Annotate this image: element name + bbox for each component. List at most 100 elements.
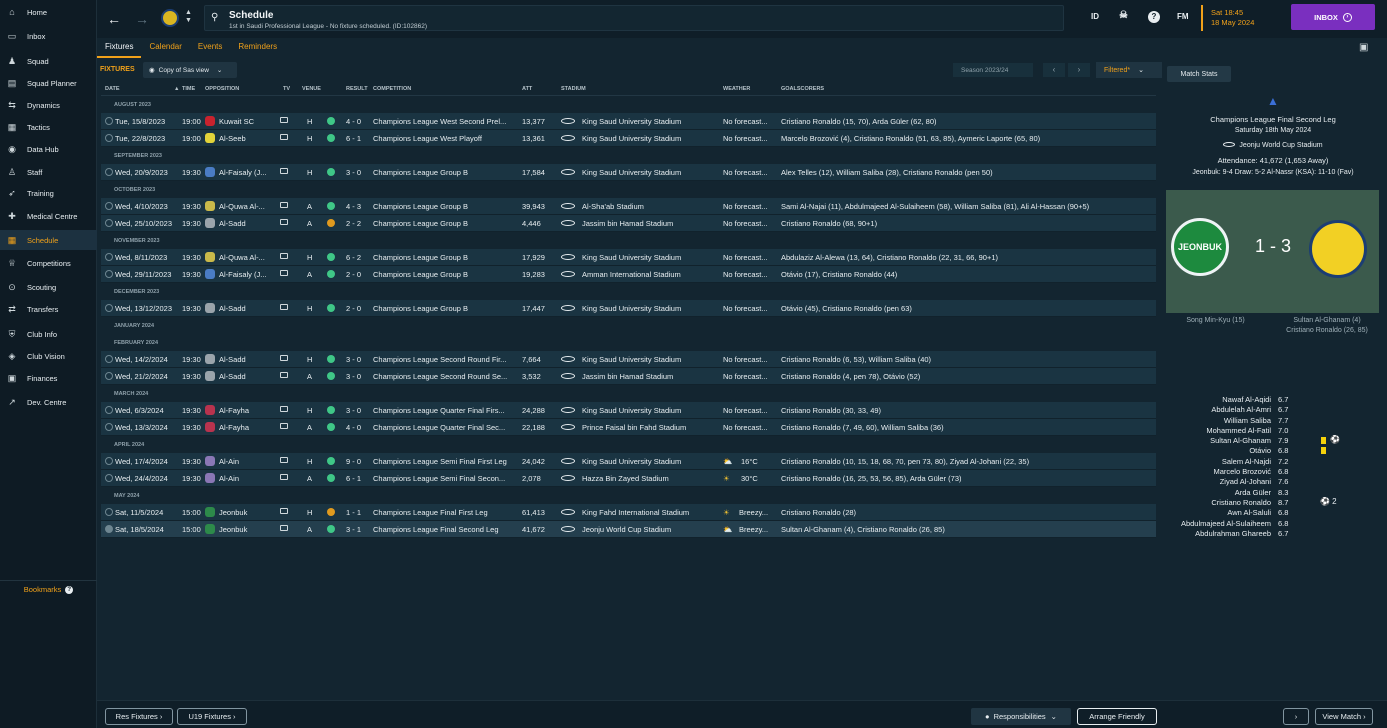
tab-fixtures[interactable]: Fixtures (97, 38, 142, 58)
select-circle-icon[interactable] (105, 304, 113, 312)
arrange-friendly-button[interactable]: Arrange Friendly (1077, 708, 1157, 725)
fixture-competition[interactable]: Champions League Semi Final Secon... (373, 474, 519, 483)
select-circle-icon[interactable] (105, 270, 113, 278)
sidebar-item-medical-centre[interactable]: ✚ Medical Centre (0, 206, 97, 226)
prev-season-button[interactable]: ‹ (1043, 63, 1065, 77)
fixture-opposition[interactable]: Al-Faisaly (J... (219, 168, 275, 177)
fixture-row[interactable]: Wed, 20/9/2023 19:30 Al-Faisaly (J... H 3 - … (101, 164, 1156, 181)
help-icon[interactable]: ? (1148, 11, 1160, 23)
player-rating-row[interactable]: Abdulrahman Ghareeb 6.7 (1163, 529, 1383, 539)
club-logo[interactable] (161, 9, 179, 27)
forward-arrow-icon[interactable]: → (135, 11, 149, 27)
fixture-row[interactable]: Wed, 21/2/2024 19:30 Al-Sadd A 3 - 0 Champion… (101, 368, 1156, 385)
view-match-button[interactable]: View Match › (1315, 708, 1373, 725)
select-circle-icon[interactable] (105, 474, 113, 482)
sidebar-item-training[interactable]: ➶ Training (0, 183, 97, 203)
sidebar-item-schedule[interactable]: ▦ Schedule (0, 230, 97, 250)
fixture-opposition[interactable]: Al-Faisaly (J... (219, 270, 275, 279)
player-rating-row[interactable]: Otávio 6.8 (1163, 446, 1383, 456)
sidebar-item-staff[interactable]: ♙ Staff (0, 162, 97, 182)
col-goalscorers[interactable]: GOALSCORERS (781, 86, 824, 92)
next-season-button[interactable]: › (1068, 63, 1090, 77)
fixture-opposition[interactable]: Al-Ain (219, 457, 275, 466)
sidebar-item-home[interactable]: ⌂ Home (0, 2, 97, 22)
col-opposition[interactable]: OPPOSITION (205, 86, 239, 92)
select-circle-icon[interactable] (105, 134, 113, 142)
next-match-button[interactable]: › (1283, 708, 1309, 725)
fixture-opposition[interactable]: Al-Ain (219, 474, 275, 483)
tab-reminders[interactable]: Reminders (230, 38, 285, 58)
fixture-competition[interactable]: Champions League Second Round Fir... (373, 355, 519, 364)
sidebar-item-dynamics[interactable]: ⇆ Dynamics (0, 95, 97, 115)
player-rating-row[interactable]: Marcelo Brozović 6.8 (1163, 467, 1383, 477)
player-rating-row[interactable]: Arda Güler 8.3 (1163, 488, 1383, 498)
fixture-competition[interactable]: Champions League Group B (373, 253, 519, 262)
player-rating-row[interactable]: Mohammed Al-Fatil 7.0 (1163, 426, 1383, 436)
col-time[interactable]: TIME (182, 86, 195, 92)
res-fixtures-button[interactable]: Res Fixtures › (105, 708, 173, 725)
fixture-opposition[interactable]: Jeonbuk (219, 508, 275, 517)
fixture-competition[interactable]: Champions League Group B (373, 168, 519, 177)
player-rating-row[interactable]: William Saliba 7.7 (1163, 416, 1383, 426)
select-circle-icon[interactable] (105, 202, 113, 210)
select-circle-icon[interactable] (105, 219, 113, 227)
select-circle-icon[interactable] (105, 525, 113, 533)
fixture-competition[interactable]: Champions League Quarter Final Sec... (373, 423, 519, 432)
fixture-competition[interactable]: Champions League Group B (373, 202, 519, 211)
player-rating-row[interactable]: Cristiano Ronaldo 8.7 ⚽ 2 (1163, 497, 1383, 508)
fixture-competition[interactable]: Champions League Group B (373, 304, 519, 313)
back-arrow-icon[interactable]: ← (107, 11, 121, 27)
sidebar-item-data-hub[interactable]: ◉ Data Hub (0, 139, 97, 159)
fixture-row[interactable]: Tue, 15/8/2023 19:00 Kuwait SC H 4 - 0 Champi… (101, 113, 1156, 130)
select-circle-icon[interactable] (105, 457, 113, 465)
fixture-row[interactable]: Sat, 11/5/2024 15:00 Jeonbuk H 1 - 1 Champion… (101, 504, 1156, 521)
select-circle-icon[interactable] (105, 508, 113, 516)
fixture-row[interactable]: Wed, 17/4/2024 19:30 Al-Ain H 9 - 0 Champions… (101, 453, 1156, 470)
col-competition[interactable]: COMPETITION (373, 86, 411, 92)
player-rating-row[interactable]: Sultan Al-Ghanam 7.9 ⚽ (1163, 435, 1383, 446)
col-result[interactable]: RESULT (346, 86, 368, 92)
fixture-row[interactable]: Wed, 13/12/2023 19:30 Al-Sadd H 2 - 0 Champio… (101, 300, 1156, 317)
fixture-opposition[interactable]: Al-Quwa Al-... (219, 253, 275, 262)
sidebar-item-inbox[interactable]: ▭ Inbox (0, 26, 97, 46)
col-venue[interactable]: VENUE (302, 86, 321, 92)
skull-icon[interactable]: ☠ (1119, 10, 1128, 21)
fixture-row[interactable]: Wed, 14/2/2024 19:30 Al-Sadd H 3 - 0 Champion… (101, 351, 1156, 368)
bookmarks-button[interactable]: Bookmarks? (0, 580, 97, 598)
select-circle-icon[interactable] (105, 253, 113, 261)
fixture-row[interactable]: Sat, 18/5/2024 15:00 Jeonbuk A 3 - 1 Champion… (101, 521, 1156, 538)
fixture-opposition[interactable]: Al-Sadd (219, 372, 275, 381)
match-stats-button[interactable]: Match Stats (1167, 66, 1231, 82)
u19-fixtures-button[interactable]: U19 Fixtures › (177, 708, 247, 725)
fixture-competition[interactable]: Champions League Final Second Leg (373, 525, 519, 534)
fixture-competition[interactable]: Champions League Group B (373, 270, 519, 279)
sidebar-item-squad[interactable]: ♟ Squad (0, 51, 97, 71)
fixture-opposition[interactable]: Al-Sadd (219, 219, 275, 228)
col-tv[interactable]: TV (283, 86, 290, 92)
fixture-opposition[interactable]: Al-Quwa Al-... (219, 202, 275, 211)
fixture-row[interactable]: Wed, 8/11/2023 19:30 Al-Quwa Al-... H 6 - 2 C… (101, 249, 1156, 266)
fixture-row[interactable]: Wed, 4/10/2023 19:30 Al-Quwa Al-... A 4 - 3 C… (101, 198, 1156, 215)
col-stadium[interactable]: STADIUM (561, 86, 586, 92)
sidebar-item-dev-centre[interactable]: ↗ Dev. Centre (0, 392, 97, 412)
col-date[interactable]: DATE (105, 86, 120, 92)
season-select[interactable]: Season 2023/24 (953, 63, 1033, 77)
match-result-card[interactable]: JEONBUK 1 - 3 (1166, 190, 1379, 313)
view-select[interactable]: ◉ Copy of Sas view ⌄ (143, 62, 237, 78)
fixture-competition[interactable]: Champions League Final First Leg (373, 508, 519, 517)
game-date[interactable]: Sat 18:45 18 May 2024 (1201, 5, 1281, 31)
title-search-box[interactable]: ⚲ Schedule 1st in Saudi Professional Lea… (204, 5, 1064, 31)
select-circle-icon[interactable] (105, 423, 113, 431)
filter-button[interactable]: Filtered* ⌄ (1096, 62, 1162, 78)
fixture-row[interactable]: Wed, 29/11/2023 19:30 Al-Faisaly (J... A 2 -… (101, 266, 1156, 283)
responsibilities-button[interactable]: ● Responsibilities ⌄ (971, 708, 1071, 725)
select-circle-icon[interactable] (105, 168, 113, 176)
sidebar-item-squad-planner[interactable]: ▤ Squad Planner (0, 73, 97, 93)
fixture-opposition[interactable]: Al-Seeb (219, 134, 275, 143)
sidebar-item-club-vision[interactable]: ◈ Club Vision (0, 346, 97, 366)
fixture-row[interactable]: Wed, 25/10/2023 19:30 Al-Sadd A 2 - 2 Champio… (101, 215, 1156, 232)
player-rating-row[interactable]: Salem Al-Najdi 7.2 (1163, 457, 1383, 467)
fixture-competition[interactable]: Champions League West Second Prel... (373, 117, 519, 126)
player-rating-row[interactable]: Awn Al-Saluli 6.8 (1163, 508, 1383, 518)
inbox-continue-button[interactable]: INBOX › (1291, 4, 1375, 30)
